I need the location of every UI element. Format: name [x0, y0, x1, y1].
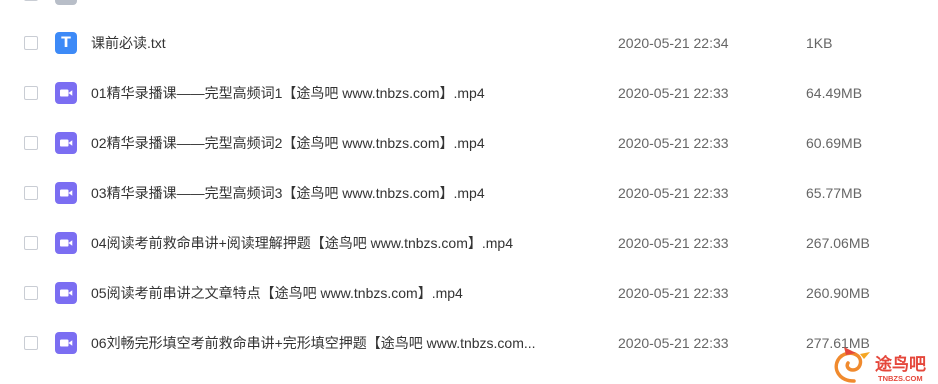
- row-checkbox[interactable]: [24, 136, 38, 150]
- row-checkbox[interactable]: [24, 186, 38, 200]
- watermark-domain: TNBZS.COM: [878, 374, 923, 383]
- file-row[interactable]: 05阅读考前串讲之文章特点【途鸟吧 www.tnbzs.com】.mp4 202…: [0, 268, 938, 318]
- file-modified-date: 2020-05-21 22:33: [618, 185, 729, 201]
- video-file-icon: [55, 182, 77, 204]
- row-checkbox[interactable]: [24, 0, 38, 1]
- file-modified-date: 2020-05-21 22:33: [618, 335, 729, 351]
- file-row[interactable]: 04阅读考前救命串讲+阅读理解押题【途鸟吧 www.tnbzs.com】.mp4…: [0, 218, 938, 268]
- video-file-icon: [55, 232, 77, 254]
- file-row[interactable]: T 课前必读.txt 2020-05-21 22:34 1KB: [0, 18, 938, 68]
- file-row-partial[interactable]: [0, 0, 938, 19]
- file-modified-date: 2020-05-21 22:33: [618, 285, 729, 301]
- file-size: 267.06MB: [806, 235, 870, 251]
- file-size: 65.77MB: [806, 185, 863, 201]
- file-row[interactable]: 03精华录播课——完型高频词3【途鸟吧 www.tnbzs.com】.mp4 2…: [0, 168, 938, 218]
- row-checkbox[interactable]: [24, 336, 38, 350]
- file-size: 1KB: [806, 35, 833, 51]
- row-checkbox[interactable]: [24, 236, 38, 250]
- file-size: 260.90MB: [806, 285, 870, 301]
- file-row[interactable]: 01精华录播课——完型高频词1【途鸟吧 www.tnbzs.com】.mp4 2…: [0, 68, 938, 118]
- video-file-icon: [55, 132, 77, 154]
- file-size: 64.49MB: [806, 85, 863, 101]
- video-file-icon: [55, 282, 77, 304]
- file-name[interactable]: 03精华录播课——完型高频词3【途鸟吧 www.tnbzs.com】.mp4: [91, 168, 485, 218]
- file-modified-date: 2020-05-21 22:33: [618, 85, 729, 101]
- file-size: 60.69MB: [806, 135, 863, 151]
- file-name[interactable]: 02精华录播课——完型高频词2【途鸟吧 www.tnbzs.com】.mp4: [91, 118, 485, 168]
- file-modified-date: 2020-05-21 22:33: [618, 135, 729, 151]
- site-watermark: 途鸟吧 TNBZS.COM: [830, 340, 934, 384]
- file-name[interactable]: 课前必读.txt: [91, 18, 166, 68]
- file-row[interactable]: 06刘畅完形填空考前救命串讲+完形填空押题【途鸟吧 www.tnbzs.com.…: [0, 318, 938, 368]
- file-modified-date: 2020-05-21 22:33: [618, 235, 729, 251]
- file-name[interactable]: 04阅读考前救命串讲+阅读理解押题【途鸟吧 www.tnbzs.com】.mp4: [91, 218, 513, 268]
- row-checkbox[interactable]: [24, 36, 38, 50]
- video-file-icon: [55, 332, 77, 354]
- file-name[interactable]: 05阅读考前串讲之文章特点【途鸟吧 www.tnbzs.com】.mp4: [91, 268, 463, 318]
- file-row[interactable]: 02精华录播课——完型高频词2【途鸟吧 www.tnbzs.com】.mp4 2…: [0, 118, 938, 168]
- watermark-brand: 途鸟吧: [875, 354, 926, 375]
- txt-file-icon: T: [55, 32, 77, 54]
- row-checkbox[interactable]: [24, 286, 38, 300]
- file-list: T 课前必读.txt 2020-05-21 22:34 1KB 01精华录播课—…: [0, 0, 938, 384]
- row-checkbox[interactable]: [24, 86, 38, 100]
- file-modified-date: 2020-05-21 22:34: [618, 35, 729, 51]
- file-icon: [55, 0, 77, 5]
- bird-logo-icon: [834, 347, 870, 383]
- video-file-icon: [55, 82, 77, 104]
- txt-icon-glyph: T: [61, 35, 71, 51]
- file-name[interactable]: 06刘畅完形填空考前救命串讲+完形填空押题【途鸟吧 www.tnbzs.com.…: [91, 318, 536, 368]
- file-name[interactable]: 01精华录播课——完型高频词1【途鸟吧 www.tnbzs.com】.mp4: [91, 68, 485, 118]
